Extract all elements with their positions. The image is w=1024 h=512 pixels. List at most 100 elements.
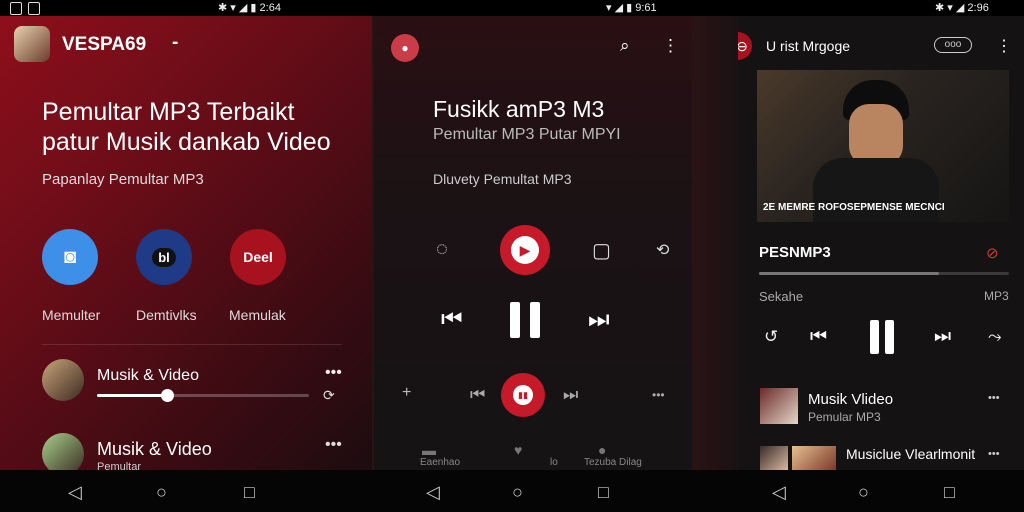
list-item[interactable]: Musiclue Vlearlmonit ••• bbox=[760, 444, 1010, 470]
pause-bar bbox=[870, 320, 879, 354]
status-time: 2:96 bbox=[967, 2, 989, 14]
pause-button[interactable] bbox=[868, 320, 896, 354]
share-icon[interactable]: ⤳ bbox=[988, 327, 1002, 347]
list-item-title: Musik Vlideo bbox=[808, 391, 894, 408]
app-logo[interactable] bbox=[14, 26, 50, 62]
status-right-1: ✱ ▾ ◢ ▮ 2:64 bbox=[218, 1, 281, 14]
tab-label-3[interactable]: Tezuba Dilag bbox=[584, 457, 642, 468]
chat-icon: ◙ bbox=[63, 245, 77, 268]
cast-icon[interactable]: ⟳ bbox=[323, 387, 335, 404]
heart-tab-icon[interactable]: ♥ bbox=[514, 442, 522, 458]
divider bbox=[42, 344, 342, 345]
back-nav-icon[interactable]: ◁ bbox=[772, 482, 786, 503]
notification-icon bbox=[10, 2, 22, 15]
previous-button[interactable]: ⏮ bbox=[810, 326, 827, 348]
wifi-icon: ▾ bbox=[606, 2, 612, 14]
signal-icon: ◢ bbox=[955, 2, 965, 14]
list-item-subtitle: Pemular MP3 bbox=[808, 410, 881, 424]
list-item[interactable]: Musik Vlideo Pemular MP3 ••• bbox=[760, 388, 1010, 430]
repeat-icon[interactable]: ↺ bbox=[764, 327, 778, 347]
progress-fill bbox=[97, 394, 167, 397]
play-icon: ▶ bbox=[511, 236, 539, 264]
meta-right: MP3 bbox=[984, 289, 1009, 303]
progress-track[interactable] bbox=[97, 389, 309, 402]
more-options-button[interactable]: ••• bbox=[325, 436, 342, 454]
shortcut-player-button[interactable]: ◙ bbox=[42, 229, 98, 285]
shortcut-download-button[interactable]: bl bbox=[136, 229, 192, 285]
more-options-button[interactable]: ••• bbox=[988, 392, 1000, 404]
player-title: Fusikk amP3 M3 bbox=[433, 96, 605, 122]
more-options-button[interactable]: ••• bbox=[988, 448, 1000, 460]
mini-previous-button[interactable]: ⏮ bbox=[470, 385, 485, 405]
home-nav-icon[interactable]: ○ bbox=[512, 482, 523, 503]
pause-bar bbox=[530, 302, 540, 338]
quality-badge[interactable]: ooo bbox=[934, 37, 972, 53]
mini-play-button[interactable]: ▮▮ bbox=[501, 373, 545, 417]
recents-nav-icon[interactable]: □ bbox=[598, 482, 609, 503]
signal-icon: ◢ bbox=[614, 2, 624, 14]
player-panel: ● ⌕ ⋮ Fusikk amP3 M3 Pemultar MP3 Putar … bbox=[374, 16, 692, 470]
video-page-title: U rist Mrgoge bbox=[766, 38, 851, 54]
bluetooth-icon: ✱ bbox=[218, 2, 228, 14]
wifi-icon: ▾ bbox=[947, 2, 953, 14]
no-sound-icon[interactable]: ⊘ bbox=[986, 244, 999, 262]
shortcut-music-button[interactable]: Deel bbox=[230, 229, 286, 285]
list-item[interactable]: Musik & Video ••• ⟳ bbox=[42, 359, 342, 413]
previous-button[interactable]: ⏮ bbox=[441, 306, 463, 334]
back-nav-icon[interactable]: ◁ bbox=[426, 482, 440, 503]
status-time: 2:64 bbox=[259, 2, 281, 14]
home-panel: VESPA69 - Pemultar MP3 Terbaikt patur Mu… bbox=[0, 16, 372, 470]
more-options-button[interactable]: ••• bbox=[325, 364, 342, 382]
status-time: 9:61 bbox=[635, 2, 657, 14]
recents-nav-icon[interactable]: □ bbox=[244, 482, 255, 503]
recents-nav-icon[interactable]: □ bbox=[944, 482, 955, 503]
pause-bar bbox=[510, 302, 520, 338]
back-button[interactable]: ⊖ bbox=[738, 32, 752, 60]
mini-more-button[interactable]: ••• bbox=[652, 388, 665, 402]
list-item-thumbnail bbox=[760, 388, 798, 424]
bluetooth-icon: ✱ bbox=[935, 2, 945, 14]
back-nav-icon[interactable]: ◁ bbox=[68, 482, 82, 503]
progress-track[interactable] bbox=[759, 272, 1009, 275]
list-item-thumbnail bbox=[760, 446, 788, 470]
status-bar: ✱ ▾ ◢ ▮ 2:64 ▾ ◢ ▮ 9:61 ✱ ▾ ◢ 2:96 bbox=[0, 0, 1024, 16]
pause-button[interactable] bbox=[508, 302, 542, 338]
home-tab-icon[interactable]: ▬ bbox=[422, 442, 436, 458]
status-right-3: ✱ ▾ ◢ 2:96 bbox=[935, 1, 989, 14]
home-nav-icon[interactable]: ○ bbox=[156, 482, 167, 503]
wifi-icon: ▾ bbox=[230, 2, 236, 14]
search-icon[interactable]: ⌕ bbox=[620, 36, 630, 56]
app-menu-button[interactable]: - bbox=[172, 32, 178, 54]
overflow-menu-icon[interactable]: ⋮ bbox=[996, 36, 1012, 56]
pause-bar bbox=[885, 320, 894, 354]
library-tab-icon[interactable]: ● bbox=[598, 442, 606, 458]
headline-line1: Pemultar MP3 Terbaikt bbox=[42, 98, 295, 126]
comment-icon[interactable]: ◌ bbox=[436, 238, 448, 261]
next-button[interactable]: ⏭ bbox=[588, 306, 610, 334]
tab-label-2[interactable]: lo bbox=[550, 457, 558, 468]
list-item[interactable]: Musik & Video Pemultar ••• bbox=[42, 431, 342, 470]
meta-left: Sekahe bbox=[759, 289, 804, 304]
add-icon[interactable]: + bbox=[402, 384, 411, 402]
progress-thumb[interactable] bbox=[160, 389, 174, 402]
video-caption: 2E MEMRE ROFOSEPMENSE MECNCI bbox=[763, 202, 945, 213]
battery-icon: ▮ bbox=[626, 2, 633, 14]
shortcut-music-glyph: Deel bbox=[243, 249, 273, 265]
back-icon: ⊖ bbox=[738, 37, 748, 54]
next-button[interactable]: ⏭ bbox=[934, 326, 951, 348]
message-icon[interactable]: ▢ bbox=[592, 238, 611, 263]
player-label: Dluvety Pemultat MP3 bbox=[433, 171, 572, 187]
list-item-thumbnail bbox=[792, 446, 836, 470]
mini-next-button[interactable]: ⏭ bbox=[563, 385, 578, 405]
home-nav-icon[interactable]: ○ bbox=[858, 482, 869, 503]
tab-label-1[interactable]: Eaenhao bbox=[420, 457, 460, 468]
shortcut-label-1: Memulter bbox=[42, 307, 101, 323]
repeat-icon[interactable]: ⟲ bbox=[656, 240, 669, 260]
overflow-menu-icon[interactable]: ⋮ bbox=[662, 36, 679, 56]
app-name: VESPA69 bbox=[62, 34, 147, 55]
record-play-button[interactable]: ▶ bbox=[500, 225, 550, 275]
panel-divider bbox=[692, 16, 738, 470]
video-thumbnail[interactable]: 2E MEMRE ROFOSEPMENSE MECNCI bbox=[757, 70, 1009, 222]
mic-button[interactable]: ● bbox=[391, 34, 419, 62]
shortcut-download-glyph: bl bbox=[152, 247, 176, 267]
